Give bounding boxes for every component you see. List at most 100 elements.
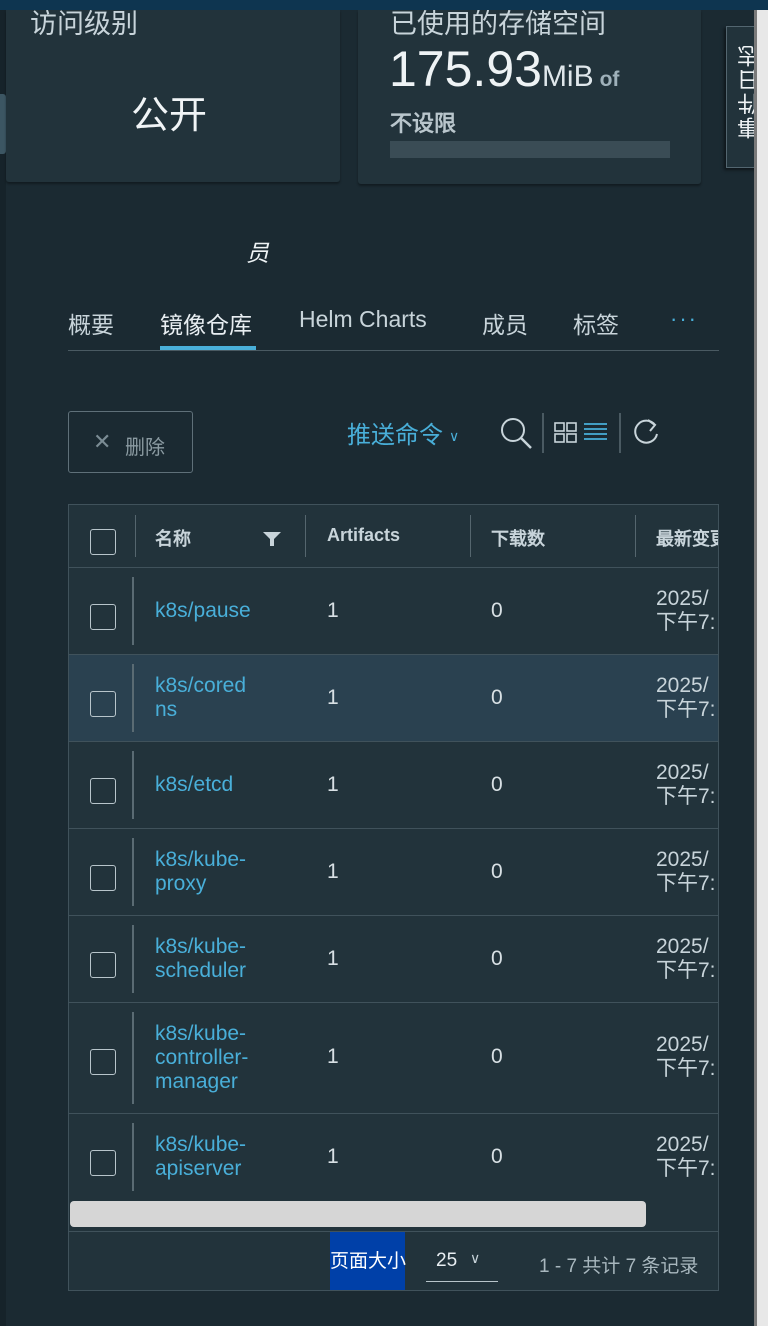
artifacts-count: 1 [327,1145,339,1168]
row-checkbox[interactable] [90,778,116,804]
page-size-select[interactable]: 25 ∨ [426,1246,498,1282]
repository-name-link[interactable]: k8s/kube-scheduler [155,935,275,983]
table-row[interactable]: k8s/etcd 1 0 2025/下午7: [69,742,718,829]
repository-name-link[interactable]: k8s/etcd [155,773,275,797]
last-modified-date: 2025/ [656,1033,709,1056]
last-modified-time: 下午7: [656,785,716,808]
table-row[interactable]: k8s/kube-proxy 1 0 2025/下午7: [69,829,718,916]
column-divider [305,515,306,557]
column-header-last-modified[interactable]: 最新变更 [656,525,718,551]
access-level-title: 访问级别 [30,10,138,39]
tabs-more-button[interactable]: ··· [670,306,698,332]
search-icon[interactable] [499,416,533,450]
access-level-value: 公开 [131,95,208,137]
last-modified-date: 2025/ [656,1133,709,1156]
row-divider [132,664,134,732]
datagrid-header: 名称 Artifacts 下载数 最新变更 [69,505,718,568]
storage-usage: 175.93MiB of [389,40,619,98]
column-header-name[interactable]: 名称 [155,525,191,551]
project-detail-main: 访问级别 公开 已使用的存储空间 175.93MiB of 不设限 员 概要 镜像… [0,10,754,1326]
row-checkbox[interactable] [90,952,116,978]
last-modified: 2025/下午7: [656,1133,716,1181]
tab-members[interactable]: 成员 [482,306,528,340]
last-modified: 2025/下午7: [656,935,716,983]
tab-summary[interactable]: 概要 [68,306,114,340]
push-command-dropdown[interactable]: 推送命令 ∨ [347,415,459,450]
scrollbar-thumb[interactable] [70,1201,646,1227]
repository-name-link[interactable]: k8s/coredns [155,674,251,722]
column-divider [470,515,471,557]
table-row[interactable]: k8s/kube-controller-manager 1 0 2025/下午7… [69,1003,718,1114]
row-divider [132,838,134,906]
artifacts-count: 1 [327,686,339,709]
column-divider [635,515,636,557]
last-modified-time: 下午7: [656,872,716,895]
filter-icon[interactable] [263,532,281,546]
row-divider [132,751,134,819]
left-nav-edge [0,10,6,1326]
artifacts-count: 1 [327,773,339,796]
download-count: 0 [491,1045,503,1068]
select-all-checkbox[interactable] [90,529,116,555]
push-command-label: 推送命令 [347,422,443,449]
download-count: 0 [491,686,503,709]
storage-value: 175.93 [389,41,542,97]
table-row[interactable]: k8s/kube-scheduler 1 0 2025/下午7: [69,916,718,1003]
row-divider [132,577,134,645]
row-checkbox[interactable] [90,865,116,891]
view-toggle-icon[interactable] [554,420,610,446]
active-tab-indicator [160,346,256,350]
download-count: 0 [491,773,503,796]
repository-datagrid: 名称 Artifacts 下载数 最新变更 k8s/pause 1 0 2025… [68,504,719,1291]
repository-name-link[interactable]: k8s/kube-controller-manager [155,1022,275,1094]
page-size-label: 页面大小 [330,1232,406,1290]
row-checkbox[interactable] [90,1150,116,1176]
row-divider [132,925,134,993]
tab-helm-charts[interactable]: Helm Charts [299,306,427,333]
datagrid-footer: 页面大小 25 ∨ 1 - 7 共计 7 条记录 [69,1231,718,1290]
download-count: 0 [491,1145,503,1168]
top-header-bar [0,0,768,10]
page-size-value: 25 [436,1250,458,1271]
project-tabs: 概要 镜像仓库 Helm Charts 成员 标签 [68,300,719,351]
row-divider [132,1012,134,1104]
last-modified: 2025/下午7: [656,761,716,809]
row-divider [132,1123,134,1191]
storage-progress-bar [390,141,670,158]
repository-name-link[interactable]: k8s/kube-proxy [155,848,275,896]
row-checkbox[interactable] [90,1049,116,1075]
row-checkbox[interactable] [90,691,116,717]
download-count: 0 [491,599,503,622]
table-row[interactable]: k8s/coredns 1 0 2025/下午7: [69,655,718,742]
column-header-artifacts[interactable]: Artifacts [327,525,400,546]
row-checkbox[interactable] [90,604,116,630]
tab-labels[interactable]: 标签 [573,306,619,340]
last-modified-date: 2025/ [656,587,709,610]
table-row[interactable]: k8s/pause 1 0 2025/下午7: [69,568,718,655]
storage-title: 已使用的存储空间 [390,10,606,39]
last-modified-time: 下午7: [656,1157,716,1180]
horizontal-scrollbar[interactable] [69,1199,718,1231]
last-modified-time: 下午7: [656,698,716,721]
table-row[interactable]: k8s/kube-apiserver 1 0 2025/下午7: [69,1114,718,1201]
storage-limit: 不设限 [390,111,457,136]
column-header-downloads[interactable]: 下载数 [491,525,545,551]
last-modified: 2025/下午7: [656,848,716,896]
last-modified-date: 2025/ [656,935,709,958]
storage-card: 已使用的存储空间 175.93MiB of 不设限 [358,10,701,184]
window-scrollbar-border [754,10,757,1326]
delete-button[interactable]: ✕ 删除 [68,411,193,473]
storage-unit: MiB [541,60,594,93]
last-modified: 2025/下午7: [656,674,716,722]
repository-name-link[interactable]: k8s/pause [155,599,275,623]
artifacts-count: 1 [327,947,339,970]
tab-repositories[interactable]: 镜像仓库 [160,306,252,340]
delete-button-label: 删除 [125,437,165,459]
artifacts-count: 1 [327,860,339,883]
toolbar-divider [619,413,621,453]
repository-name-link[interactable]: k8s/kube-apiserver [155,1133,275,1181]
chevron-down-icon: ∨ [470,1250,481,1266]
last-modified-time: 下午7: [656,611,716,634]
refresh-icon[interactable] [631,416,661,448]
storage-of: of [599,68,620,91]
